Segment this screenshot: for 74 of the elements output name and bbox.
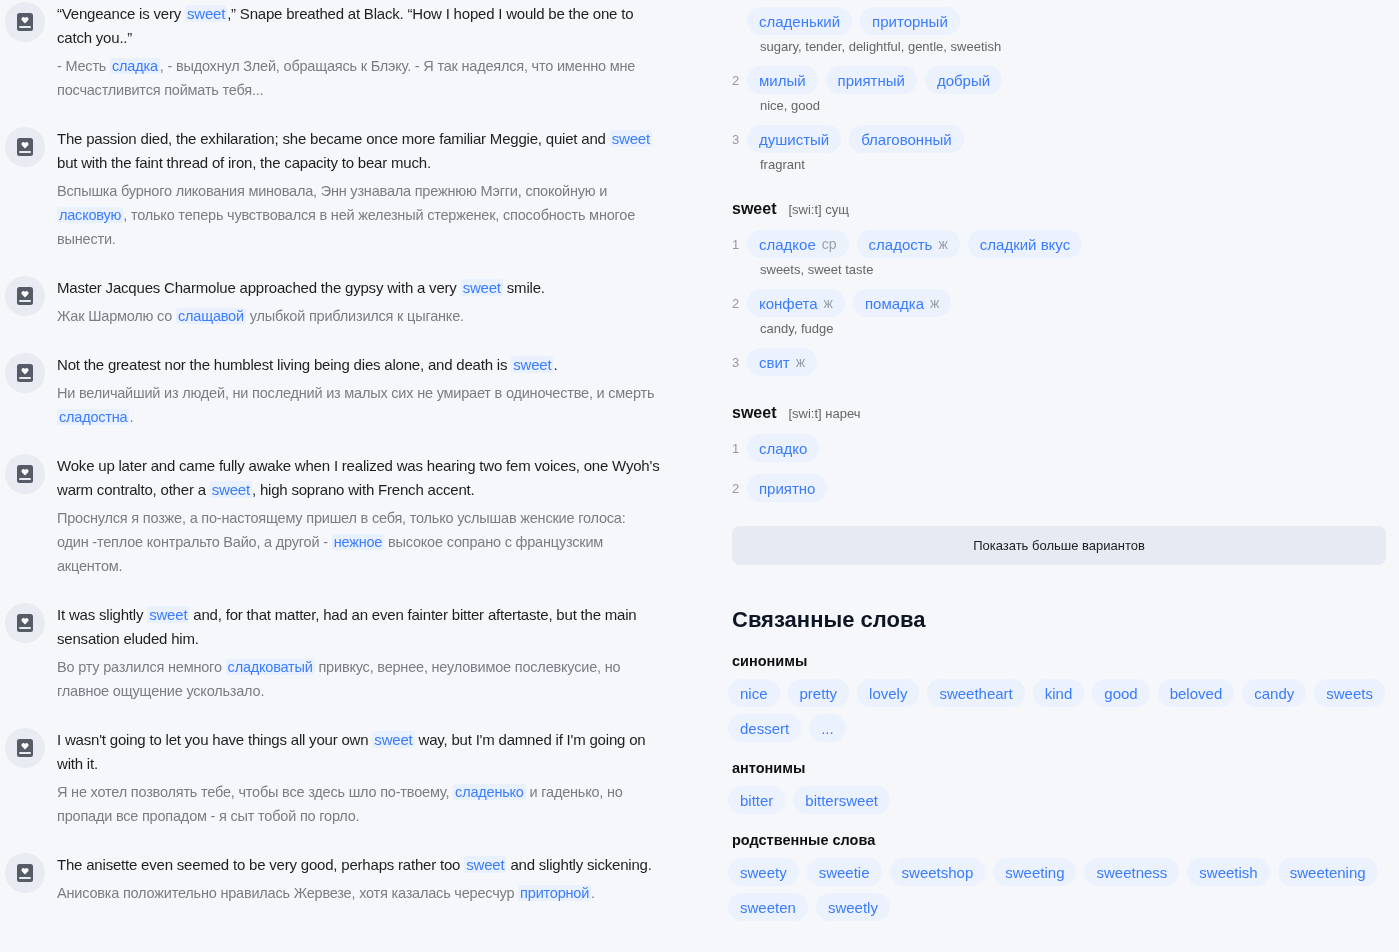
translation-chip[interactable]: душистый <box>747 125 842 153</box>
sense-gloss: sweets, sweet taste <box>759 262 875 277</box>
related-word-chip[interactable]: bittersweet <box>793 786 890 814</box>
headword: sweet <box>732 404 777 422</box>
example-translation: - Месть сладка, - выдохнул Злей, обращаясь к Блэку. - Я так надеялся, что именно мне посчастливится поймать тебя... <box>57 57 637 100</box>
related-word-chip[interactable]: sweetish <box>1187 858 1270 886</box>
example-sentence: It was slightly sweet and, for that matter, had an even fainter bitter aftertaste, but the main sensation eluded him. <box>57 605 638 649</box>
translation-chip[interactable]: сладкое ср <box>747 230 849 258</box>
transcription: [swi:t] сущ <box>788 202 850 217</box>
example-sentence: The anisette even seemed to be very good, perhaps rather too sweet and slightly sickening. <box>57 855 652 875</box>
sense-number: 2 <box>732 72 741 88</box>
translation-chip[interactable]: помадка ж <box>852 289 952 317</box>
related-word-chip[interactable]: lovely <box>857 679 920 707</box>
transcription: [swi:t] нареч <box>788 406 861 421</box>
translation-chip[interactable]: добрый <box>924 66 1003 94</box>
example-sentence: I wasn't going to let you have things all your own sweet way, but I'm damned if I'm going on with it. <box>57 730 647 774</box>
example-translation: Во рту разлился немного сладковатый привкус, вернее, неуловимое послевкусие, но главное ощущение ускользало. <box>57 658 622 701</box>
sense-number: 3 <box>732 131 741 147</box>
related-word-chip[interactable]: sweets <box>1314 679 1385 707</box>
related-word-chip[interactable]: good <box>1092 679 1150 707</box>
related-word-chip[interactable]: pretty <box>787 679 850 707</box>
related-word-chip[interactable]: ... <box>809 714 846 742</box>
example-sentence: “Vengeance is very sweet,” Snape breathed at Black. “How I hoped I would be the one to catch you..” <box>57 4 635 48</box>
example-translation: Жак Шармолю со слащавой улыбкой приблизился к цыганке. <box>57 307 465 326</box>
sense-gloss: candy, fudge <box>759 321 835 336</box>
sense-gloss: nice, good <box>759 98 821 113</box>
sense-gloss: sugary, tender, delightful, gentle, sweetish <box>759 39 1003 54</box>
related-word-chip[interactable]: sweetshop <box>889 858 986 886</box>
group-label: антонимы <box>732 760 807 776</box>
example-sentence: Master Jacques Charmolue approached the gypsy with a very sweet smile. <box>57 278 545 298</box>
example-translation: Ни величайший из людей, ни последний из малых сих не умирает в одиночестве, и смерть сладостна. <box>57 384 656 427</box>
translation-chip[interactable]: конфета ж <box>747 289 845 317</box>
translation-chip[interactable]: милый <box>747 66 818 94</box>
group-label: синонимы <box>732 653 809 669</box>
related-word-chip[interactable]: dessert <box>728 714 802 742</box>
related-word-chip[interactable]: sweety <box>728 858 799 886</box>
translation-chip[interactable]: сладость ж <box>856 230 960 258</box>
example-translation: Анисовка положительно нравилась Жервезе, хотя казалась чересчур приторной. <box>57 884 596 903</box>
translation-chip[interactable]: приятный <box>825 66 917 94</box>
related-word-chip[interactable]: sweetness <box>1084 858 1180 886</box>
example-translation: Я не хотел позволять тебе, чтобы все здесь шло по-твоему, сладенько и гаденько, но пропади все пропадом - я сыт тобой по горло. <box>57 783 624 826</box>
example-sentence: The passion died, the exhilaration; she became once more familiar Meggie, quiet and sweet but with the faint thread of iron, the capacity to bear much. <box>57 129 653 173</box>
sense-number: 3 <box>732 354 741 370</box>
related-word-chip[interactable]: sweeten <box>728 893 808 921</box>
related-word-chip[interactable]: sweetening <box>1277 858 1378 886</box>
related-word-chip[interactable]: sweeting <box>993 858 1077 886</box>
sense-number: 1 <box>732 236 741 252</box>
related-word-chip[interactable]: bitter <box>728 786 786 814</box>
headword: sweet <box>732 200 777 218</box>
translation-chip[interactable]: сладкий вкус <box>967 230 1083 258</box>
example-sentence: Not the greatest nor the humblest living being dies alone, and death is sweet. <box>57 355 559 375</box>
section-title: Связанные слова <box>732 607 927 633</box>
related-word-chip[interactable]: beloved <box>1157 679 1235 707</box>
translation-chip[interactable]: приторный <box>860 7 960 35</box>
related-word-chip[interactable]: candy <box>1242 679 1307 707</box>
example-sentence: Woke up later and came fully awake when I realized was hearing two fem voices, one Wyoh's warm contralto, other a sweet, high soprano with French accent. <box>57 456 660 500</box>
related-word-chip[interactable]: nice <box>728 679 780 707</box>
translation-chip[interactable]: благовонный <box>849 125 964 153</box>
translation-chip[interactable]: сладенький <box>747 7 853 35</box>
related-word-chip[interactable]: sweetly <box>815 893 890 921</box>
translation-chip[interactable]: приятно <box>747 474 828 502</box>
sense-number: 2 <box>732 480 741 496</box>
sense-number: 2 <box>732 295 741 311</box>
example-translation: Вспышка бурного ликования миновала, Энн узнавала прежнюю Мэгги, спокойную и ласковую, только теперь чувствовался в ней железный стерженек, способность многое вынести. <box>57 182 637 249</box>
related-word-chip[interactable]: sweetheart <box>927 679 1025 707</box>
group-label: родственные слова <box>732 832 877 848</box>
related-word-chip[interactable]: sweetie <box>806 858 882 886</box>
sense-gloss: fragrant <box>759 157 806 172</box>
show-more-button[interactable]: Показать больше вариантов <box>732 526 1386 565</box>
sense-number: 1 <box>732 440 741 456</box>
example-translation: Проснулся я позже, а по-настоящему пришел в себя, только услышав женские голоса: один -теплое контральто Вайо, а другой - нежное высокое сопрано с французским акцентом. <box>57 509 627 576</box>
translation-chip[interactable]: сладко <box>747 434 820 462</box>
translation-chip[interactable]: свит ж <box>747 348 818 376</box>
related-word-chip[interactable]: kind <box>1032 679 1085 707</box>
